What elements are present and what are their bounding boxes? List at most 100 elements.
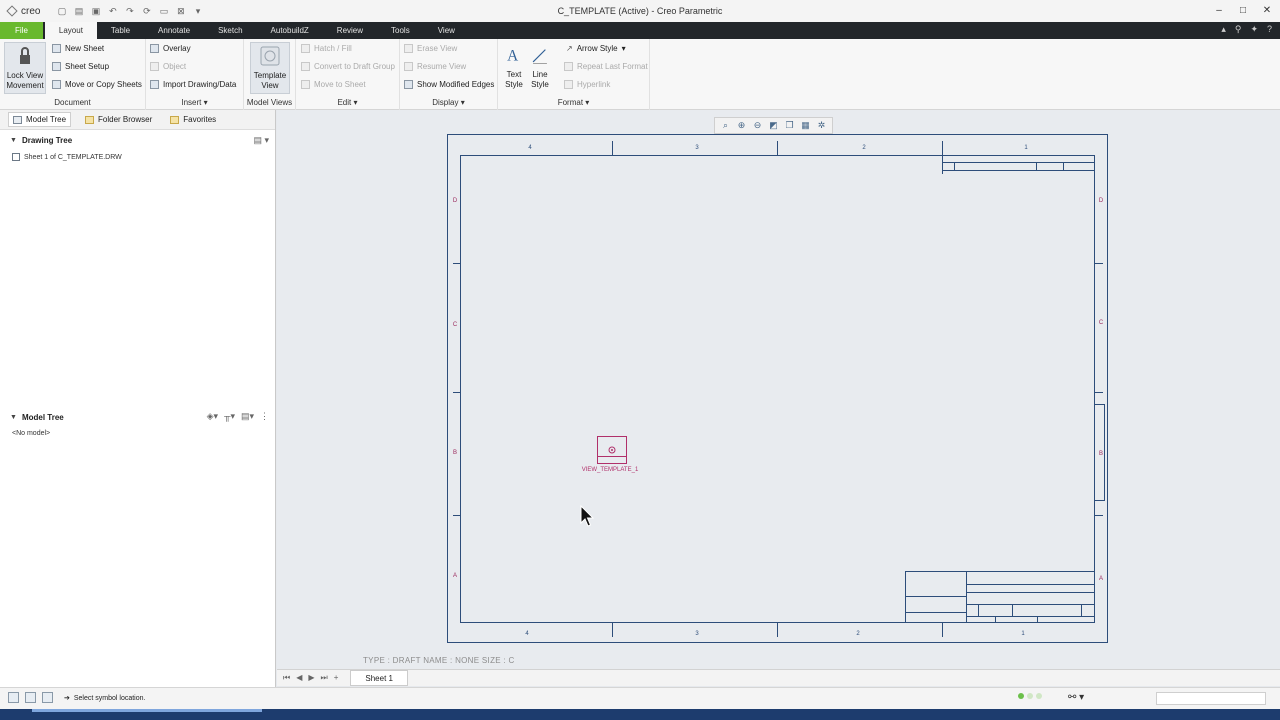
new-sheet-icon <box>52 43 61 53</box>
tab-view[interactable]: View <box>424 22 469 39</box>
tree-filter-icon[interactable]: ⋮ <box>260 411 269 422</box>
insert-group-label[interactable]: Insert ▾ <box>146 98 243 107</box>
sheet-setup-button[interactable]: Sheet Setup <box>52 59 109 73</box>
show-icon[interactable]: ◈▾ <box>207 411 218 422</box>
arrow-style-button[interactable]: ↗ Arrow Style ▾ <box>566 41 626 55</box>
folder-browser-tab-label: Folder Browser <box>98 115 153 124</box>
sheet-info-text: TYPE : DRAFT NAME : NONE SIZE : C <box>363 656 515 665</box>
tab-favorites[interactable]: Favorites <box>166 113 220 126</box>
ribbon: Lock View Movement New Sheet Sheet Setup… <box>0 39 1280 110</box>
new-sheet-button[interactable]: New Sheet <box>52 41 104 55</box>
convert-draft-button[interactable]: Convert to Draft Group <box>301 59 395 73</box>
sheet-setup-label: Sheet Setup <box>65 61 110 71</box>
ptc-icon[interactable]: ✦ <box>1250 24 1258 35</box>
template-view-button[interactable]: Template View <box>250 42 290 94</box>
navigator-toggle-icon[interactable] <box>8 692 19 703</box>
template-view-label-2: View <box>261 81 279 90</box>
close-window-icon[interactable]: ⊠ <box>173 4 188 19</box>
tree-settings-icon[interactable]: ▤ ▾ <box>253 135 269 146</box>
lock-view-label-1: Lock View <box>6 71 44 80</box>
show-modified-edges-label: Show Modified Edges <box>417 79 495 89</box>
close-button[interactable]: ✕ <box>1260 3 1274 17</box>
tab-annotate[interactable]: Annotate <box>144 22 204 39</box>
tab-file[interactable]: File <box>0 22 43 39</box>
model-tree-tab-label: Model Tree <box>26 115 67 124</box>
resume-view-button[interactable]: Resume View <box>404 59 466 73</box>
line-style-label-2: Style <box>531 80 549 89</box>
find-icon[interactable]: ⚯ ▾ <box>1068 692 1084 703</box>
hyperlink-button[interactable]: Hyperlink <box>564 77 610 91</box>
chevron-down-icon: ▾ <box>621 43 626 53</box>
move-to-sheet-button[interactable]: Move to Sheet <box>301 77 366 91</box>
overlay-button[interactable]: Overlay <box>150 41 191 55</box>
hatch-fill-button[interactable]: Hatch / Fill <box>301 41 352 55</box>
next-sheet-button[interactable]: ▶ <box>308 673 314 683</box>
repeat-last-format-label: Repeat Last Format <box>577 61 648 71</box>
tab-review[interactable]: Review <box>323 22 377 39</box>
status-light-icon <box>1027 693 1033 699</box>
sheet-inner-border <box>460 155 1095 623</box>
tab-table[interactable]: Table <box>97 22 144 39</box>
tree-columns-icon[interactable]: ╥▾ <box>224 411 235 422</box>
sheet-outer-border <box>447 134 1108 643</box>
ribbon-tabs: File Layout Table Annotate Sketch Autobu… <box>0 22 1280 39</box>
full-screen-icon[interactable] <box>42 692 53 703</box>
zone-number-bottom-1: 1 <box>1021 631 1025 637</box>
help-icon[interactable]: ? <box>1267 24 1272 35</box>
object-button[interactable]: Object <box>150 59 186 73</box>
show-modified-edges-button[interactable]: Show Modified Edges <box>404 77 494 91</box>
repeat-format-icon <box>564 61 573 71</box>
graphics-area[interactable]: ⌕ ⊕ ⊖ ◩ ❒ ▦ ✲ 4 3 2 1 4 3 2 1 D C B A D … <box>277 110 1280 670</box>
selection-filter[interactable] <box>1156 692 1266 705</box>
last-sheet-button[interactable]: ⏭ <box>321 673 328 683</box>
zone-letter-left-d: D <box>453 198 458 204</box>
display-group-label[interactable]: Display ▾ <box>400 98 497 107</box>
tab-folder-browser[interactable]: Folder Browser <box>81 113 156 126</box>
minimize-ribbon-icon[interactable]: ▴ <box>1221 24 1226 35</box>
new-icon[interactable]: ▢ <box>54 4 69 19</box>
sheet-bar: ⏮ ◀ ▶ ⏭ + Sheet 1 <box>277 669 1280 686</box>
import-drawing-button[interactable]: Import Drawing/Data <box>150 77 236 91</box>
zone-letter-left-b: B <box>453 450 457 456</box>
zone-number-bottom-2: 2 <box>856 631 860 637</box>
maximize-button[interactable]: □ <box>1236 3 1250 17</box>
save-icon[interactable]: ▣ <box>88 4 103 19</box>
tab-autobuildz[interactable]: AutobuildZ <box>257 22 323 39</box>
format-group-label[interactable]: Format ▾ <box>498 98 649 107</box>
collapse-triangle-icon: ▼ <box>10 136 17 144</box>
tab-model-tree[interactable]: Model Tree <box>8 112 72 127</box>
tab-tools[interactable]: Tools <box>377 22 424 39</box>
tab-layout[interactable]: Layout <box>44 22 97 39</box>
browser-toggle-icon[interactable] <box>25 692 36 703</box>
windows-icon[interactable]: ▭ <box>156 4 171 19</box>
view-template-symbol[interactable]: VIEW_TEMPLATE_1 <box>582 436 639 474</box>
redo-icon[interactable]: ↷ <box>122 4 137 19</box>
hyperlink-label: Hyperlink <box>577 79 611 89</box>
taskbar-highlight <box>32 709 262 712</box>
undo-icon[interactable]: ↶ <box>105 4 120 19</box>
lock-view-movement-button[interactable]: Lock View Movement <box>4 42 46 94</box>
text-style-button[interactable]: A Text Style <box>502 42 526 90</box>
open-icon[interactable]: ▤ <box>71 4 86 19</box>
first-sheet-button[interactable]: ⏮ <box>283 673 290 683</box>
creo-logo: creo <box>6 5 40 17</box>
sheet-tab-1[interactable]: Sheet 1 <box>350 670 408 686</box>
repeat-last-format-button[interactable]: Repeat Last Format <box>564 59 648 73</box>
tree-settings-icon[interactable]: ▤▾ <box>241 411 254 422</box>
drawing-tree-title: Drawing Tree <box>21 135 73 145</box>
hatch-fill-label: Hatch / Fill <box>314 43 352 53</box>
tab-sketch[interactable]: Sketch <box>204 22 256 39</box>
drawing-tree-header[interactable]: ▼ Drawing Tree <box>0 132 276 148</box>
tree-item-sheet[interactable]: Sheet 1 of C_TEMPLATE.DRW <box>12 153 122 161</box>
move-copy-sheets-button[interactable]: Move or Copy Sheets <box>52 77 142 91</box>
edit-group-label[interactable]: Edit ▾ <box>296 98 399 107</box>
command-search-icon[interactable]: ⚲ <box>1235 24 1242 35</box>
previous-sheet-button[interactable]: ◀ <box>296 673 302 683</box>
regenerate-icon[interactable]: ⟳ <box>139 4 154 19</box>
minimize-button[interactable]: – <box>1212 3 1226 17</box>
line-style-button[interactable]: Line Style <box>528 42 552 90</box>
customize-icon[interactable]: ▾ <box>190 4 205 19</box>
edit-label-text: Edit <box>337 98 352 107</box>
erase-view-button[interactable]: Erase View <box>404 41 457 55</box>
add-sheet-button[interactable]: + <box>334 673 339 683</box>
